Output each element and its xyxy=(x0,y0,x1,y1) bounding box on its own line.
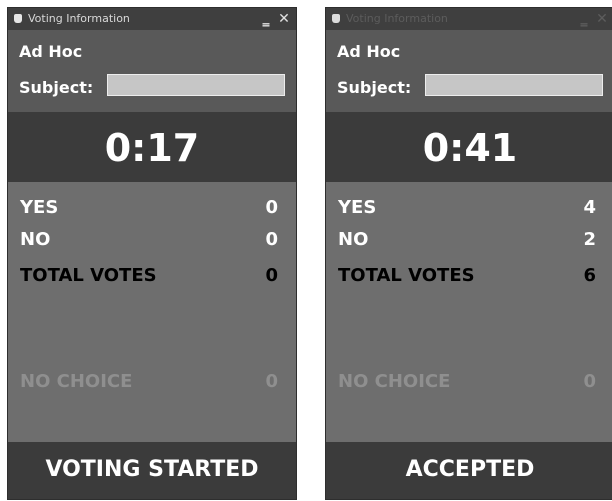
timer-panel: 0:17 xyxy=(8,112,296,182)
vote-status: VOTING STARTED xyxy=(45,457,259,482)
timer-panel: 0:41 xyxy=(326,112,612,182)
no-choice-count: 0 xyxy=(265,371,278,392)
yes-count: 4 xyxy=(583,197,596,218)
no-label: NO xyxy=(20,229,51,250)
total-votes-count: 0 xyxy=(265,265,278,286)
status-panel: ACCEPTED xyxy=(326,442,612,499)
committee-name: Ad Hoc xyxy=(19,42,83,61)
no-label: NO xyxy=(338,229,369,250)
no-choice-label: NO CHOICE xyxy=(20,371,133,392)
yes-count: 0 xyxy=(265,197,278,218)
total-votes-count: 6 xyxy=(583,265,596,286)
no-choice-label: NO CHOICE xyxy=(338,371,451,392)
window-title: Voting Information xyxy=(28,12,130,25)
subject-input[interactable] xyxy=(425,74,603,96)
close-icon[interactable]: ✕ xyxy=(276,10,292,28)
window-title: Voting Information xyxy=(346,12,448,25)
title-bar[interactable]: Voting Information ‗ ✕ xyxy=(8,8,296,30)
subject-label: Subject: xyxy=(19,78,94,97)
committee-name: Ad Hoc xyxy=(337,42,401,61)
screenshot-stage: Voting Information ‗ ✕ Ad Hoc Subject: 0… xyxy=(0,0,612,501)
total-votes-label: TOTAL VOTES xyxy=(338,265,475,286)
voting-info-window-right: Voting Information ‗ ✕ Ad Hoc Subject: 0… xyxy=(326,8,612,499)
status-panel: VOTING STARTED xyxy=(8,442,296,499)
subject-input[interactable] xyxy=(107,74,285,96)
no-count: 0 xyxy=(265,229,278,250)
timer-display: 0:17 xyxy=(104,126,200,170)
timer-display: 0:41 xyxy=(422,126,518,170)
window-icon xyxy=(14,14,22,23)
total-votes-label: TOTAL VOTES xyxy=(20,265,157,286)
close-icon[interactable]: ✕ xyxy=(594,10,610,28)
no-count: 2 xyxy=(583,229,596,250)
subject-label: Subject: xyxy=(337,78,412,97)
vote-status: ACCEPTED xyxy=(405,457,535,482)
header-panel: Ad Hoc Subject: xyxy=(8,30,296,112)
minimize-icon[interactable]: ‗ xyxy=(576,10,592,28)
yes-label: YES xyxy=(338,197,377,218)
title-bar[interactable]: Voting Information ‗ ✕ xyxy=(326,8,612,30)
minimize-icon[interactable]: ‗ xyxy=(258,10,274,28)
header-panel: Ad Hoc Subject: xyxy=(326,30,612,112)
voting-info-window-left: Voting Information ‗ ✕ Ad Hoc Subject: 0… xyxy=(8,8,296,499)
no-choice-count: 0 xyxy=(583,371,596,392)
yes-label: YES xyxy=(20,197,59,218)
window-icon xyxy=(332,14,340,23)
